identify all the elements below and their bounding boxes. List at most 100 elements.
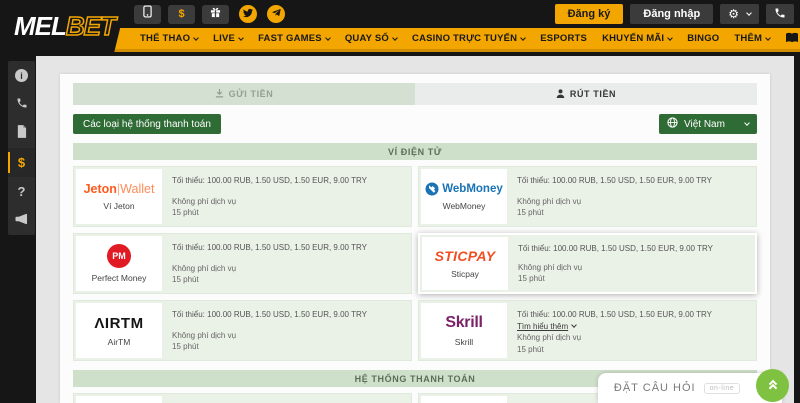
nav-the-thao[interactable]: THỂ THAO (140, 33, 198, 44)
airtm-logo-box: ΛIRTM AirTM (76, 303, 162, 358)
phone-icon (16, 96, 28, 114)
tab-deposit[interactable]: GỬI TIỀN (73, 83, 415, 105)
settings-button[interactable]: ⚙ (720, 4, 759, 24)
payment-types-button[interactable]: Các loại hệ thống thanh toán (73, 114, 221, 134)
dollar-icon: $ (18, 155, 25, 170)
time-text: 15 phút (172, 207, 399, 219)
payments-panel: GỬI TIỀN RÚT TIỀN Các loại hệ thống than… (60, 74, 770, 403)
min-amount: Tối thiểu: 100.00 RUB, 1.50 USD, 1.50 EU… (518, 243, 743, 255)
promo-gift-button[interactable] (202, 5, 229, 24)
phone-contact-button[interactable] (766, 4, 794, 24)
scroll-to-top-button[interactable] (756, 369, 789, 402)
jeton-logo-box: Jeton|Wallet Ví Jeton (76, 169, 162, 224)
chevron-down-icon (765, 35, 771, 41)
payment-details: Tối thiểu: 100.00 RUB, 1.50 USD, 1.50 EU… (162, 169, 409, 224)
sidebar-phone-button[interactable] (8, 90, 35, 119)
country-value: Việt Nam (684, 119, 725, 130)
jeton-wallet-logo: Jeton|Wallet (84, 182, 155, 196)
time-text: 15 phút (172, 341, 399, 353)
payment-name: AirTM (108, 337, 131, 347)
chevron-down-icon (238, 35, 244, 41)
telegram-button[interactable] (267, 5, 285, 23)
payment-card-jeton[interactable]: Jeton|Wallet Ví Jeton Tối thiểu: 100.00 … (73, 166, 412, 227)
nav-bingo[interactable]: BINGO (687, 33, 719, 44)
chevron-down-icon (392, 35, 398, 41)
gear-icon: ⚙ (728, 8, 739, 20)
nav-fast-games[interactable]: FAST GAMES (258, 33, 330, 44)
phone-icon (774, 7, 786, 22)
mobile-phone-icon (143, 5, 152, 23)
airtm-logo: ΛIRTM (94, 315, 143, 332)
sidebar-promo-button[interactable] (8, 206, 35, 235)
learn-more-link[interactable]: Tìm hiểu thêm (517, 321, 576, 333)
min-amount: Tối thiểu: 100.00 RUB, 1.50 USD, 1.50 EU… (172, 175, 399, 187)
payment-card-perfect-money[interactable]: PM Perfect Money Tối thiểu: 100.00 RUB, … (73, 233, 412, 294)
chevron-down-icon (667, 35, 673, 41)
results-book-button[interactable] (785, 30, 799, 48)
info-icon: i (15, 69, 28, 82)
payment-card-skrill[interactable]: Skrill Skrill Tối thiểu: 100.00 RUB, 1.5… (418, 300, 757, 361)
tab-withdraw[interactable]: RÚT TIỀN (415, 83, 757, 105)
sidebar-documents-button[interactable] (8, 119, 35, 148)
top-header: $ Đăng ký Đăng nhập ⚙ (0, 0, 800, 52)
ask-question-label: ĐẶT CÂU HỎI (614, 382, 696, 394)
payment-card-sticpay[interactable]: STICPAY Sticpay Tối thiểu: 100.00 RUB, 1… (418, 233, 757, 294)
twitter-button[interactable] (239, 5, 257, 23)
content-area: GỬI TIỀN RÚT TIỀN Các loại hệ thống than… (36, 56, 794, 403)
nav-them[interactable]: THÊM (734, 33, 770, 44)
fee-text: Không phí dịch vụ (172, 263, 399, 275)
nav-casino-truc-tuyen[interactable]: CASINO TRỰC TUYẾN (412, 33, 525, 44)
sidebar-help-button[interactable]: ? (8, 177, 35, 206)
perfect-money-logo: PM (107, 244, 131, 268)
time-text: 15 phút (517, 207, 744, 219)
fee-text: Không phí dịch vụ (517, 196, 744, 208)
nav-quay-so[interactable]: QUAY SỐ (345, 33, 397, 44)
nav-khuyen-mai[interactable]: KHUYẾN MÃI (602, 33, 672, 44)
payment-card-airtm[interactable]: ΛIRTM AirTM Tối thiểu: 100.00 RUB, 1.50 … (73, 300, 412, 361)
payment-details: Tối thiểu: 100.00 RUB, 1.50 USD, 1.50 EU… (162, 303, 409, 358)
min-amount: Tối thiểu: 100.00 RUB, 1.50 USD, 1.50 EU… (172, 309, 399, 321)
gift-icon (210, 5, 221, 23)
perfect-money-logo-box: PM Perfect Money (76, 236, 162, 291)
chevron-down-icon (571, 323, 577, 329)
mobile-app-button[interactable] (134, 5, 161, 24)
nav-live[interactable]: LIVE (213, 33, 243, 44)
person-icon (556, 89, 565, 100)
telegram-icon (271, 5, 282, 23)
globe-icon (667, 117, 678, 131)
skrill-logo: Skrill (445, 314, 482, 332)
skrill-logo-box: Skrill Skrill (421, 303, 507, 358)
time-text: 15 phút (518, 273, 743, 285)
webmoney-logo: WebMoney (425, 182, 503, 196)
payment-details: Tối thiểu: 100.00 RUB, 1.50 USD, 1.50 EU… (162, 236, 409, 291)
download-icon (215, 89, 224, 100)
sidebar-payments-button[interactable]: $ (8, 148, 35, 177)
payment-card[interactable] (73, 393, 412, 403)
payment-card-webmoney[interactable]: WebMoney WebMoney Tối thiểu: 100.00 RUB,… (418, 166, 757, 227)
webmoney-globe-icon (425, 182, 439, 196)
document-icon (16, 125, 27, 143)
chevron-down-icon (744, 120, 750, 126)
webmoney-logo-box: WebMoney WebMoney (421, 169, 507, 224)
login-button[interactable]: Đăng nhập (630, 4, 713, 24)
ewallet-cards-grid: Jeton|Wallet Ví Jeton Tối thiểu: 100.00 … (73, 166, 757, 361)
chevron-down-icon (193, 35, 199, 41)
sticpay-logo-box: STICPAY Sticpay (422, 237, 508, 290)
ask-question-widget[interactable]: ĐẶT CÂU HỎI on-line (598, 373, 782, 403)
logo[interactable]: MELBET (0, 0, 127, 52)
page: $ Đăng ký Đăng nhập ⚙ (0, 0, 800, 403)
fee-text: Không phí dịch vụ (518, 262, 743, 274)
payment-name: Skrill (455, 337, 473, 347)
twitter-icon (243, 5, 253, 23)
section-ewallets: VÍ ĐIỆN TỬ (73, 143, 757, 160)
sidebar-info-button[interactable]: i (8, 61, 35, 90)
min-amount: Tối thiểu: 100.00 RUB, 1.50 USD, 1.50 EU… (172, 242, 399, 254)
fee-text: Không phí dịch vụ (172, 196, 399, 208)
payments-button[interactable]: $ (168, 5, 195, 24)
country-select[interactable]: Việt Nam (659, 114, 757, 134)
payment-details: Tối thiểu: 100.00 RUB, 1.50 USD, 1.50 EU… (508, 237, 753, 290)
nav-esports[interactable]: ESPORTS (540, 33, 587, 44)
payment-name: Sticpay (451, 269, 479, 279)
chevron-down-icon (520, 35, 526, 41)
register-button[interactable]: Đăng ký (555, 4, 624, 24)
